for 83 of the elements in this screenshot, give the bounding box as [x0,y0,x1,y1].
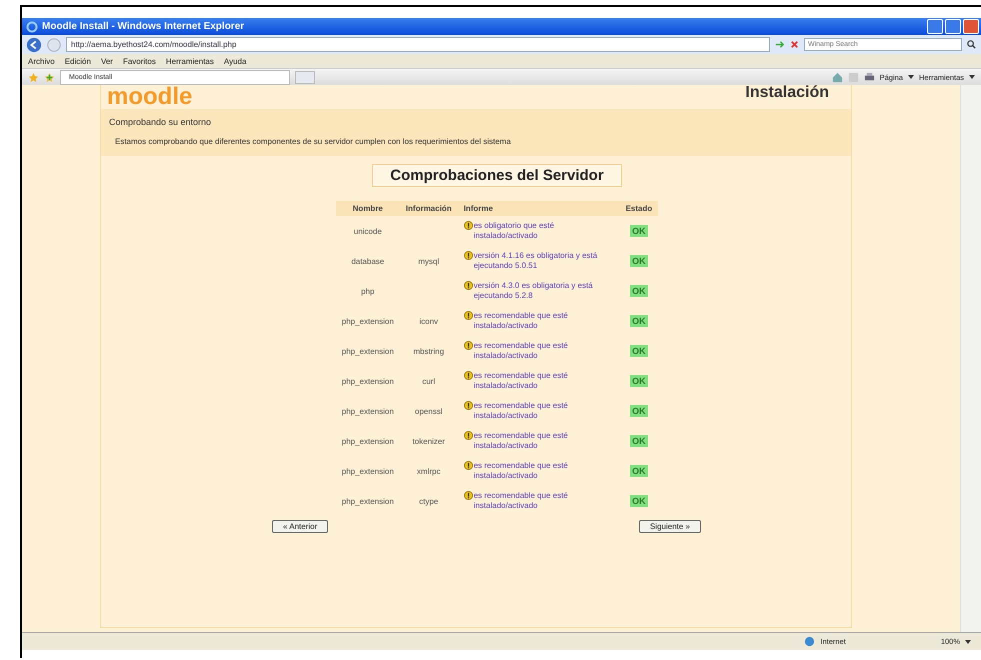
table-cell-text: php_extension [340,376,395,388]
report-text: es recomendable que esté instalado/activado [474,371,569,391]
status-badge: OK [630,465,648,477]
status-badge: OK [630,285,648,297]
warning-icon [464,311,473,320]
scrollbar[interactable] [960,85,981,632]
status-badge: OK [630,495,648,507]
warning-icon [464,341,473,350]
table-cell: iconv [419,316,438,326]
menu-item[interactable]: Favoritos [122,56,156,66]
status-badge: OK [630,255,648,267]
report-text: es recomendable que esté instalado/activado [474,341,569,361]
browser-icon [26,20,38,32]
column-header: Estado [620,201,658,216]
status-badge: OK [630,345,648,357]
warning-icon [464,221,473,230]
report-text: es recomendable que esté instalado/activado [474,491,569,511]
window-title: Moodle Install - Windows Internet Explorer [42,21,244,32]
next-button[interactable]: Siguiente » [638,520,701,533]
table-cell-text: php_extension [340,496,395,508]
caret-icon[interactable] [969,75,975,79]
table-cell: xmlrpc [416,466,440,476]
status-badge: OK [630,435,648,447]
back-button[interactable] [26,36,42,52]
warning-icon [464,281,473,290]
report-text: versión 4.1.16 es obligatoria y está ejecutando 5.0.51 [474,251,598,271]
table-cell: unicode [336,216,400,246]
table-cell-text: database [350,256,386,268]
caret-icon[interactable] [908,75,914,79]
table-cell-text: php [360,286,376,298]
table-cell-text: php_extension [340,466,395,478]
home-icon[interactable] [832,72,843,82]
stop-icon[interactable] [789,39,800,50]
checks-title: Comprobaciones del Servidor [372,164,622,187]
minimize-button[interactable] [927,19,943,34]
search-icon[interactable] [966,39,977,50]
printer-icon[interactable] [864,72,875,82]
report-text: es obligatorio que esté instalado/activado [474,221,556,241]
address-field[interactable]: http://aema.byethost24.com/moodle/install.php [66,37,770,52]
warning-icon [464,371,473,380]
warning-icon [464,491,473,500]
menu-item[interactable]: Edición [64,56,91,66]
table-cell: ctype [419,496,438,506]
caret-icon[interactable] [965,640,971,644]
table-cell: mbstring [413,346,444,356]
report-text: versión 4.3.0 es obligatoria y está ejecutando 5.2.8 [474,281,594,301]
report-text: es recomendable que esté instalado/activado [474,461,569,481]
table-cell: tokenizer [412,436,445,446]
menu-item[interactable]: Herramientas [166,56,214,66]
logo: moodle [107,85,192,109]
table-cell: curl [422,376,436,386]
close-button[interactable] [963,19,979,34]
section-title: Comprobando su entorno [109,117,212,127]
globe-icon [804,636,816,647]
warning-icon [464,461,473,470]
add-favorite-icon[interactable] [44,72,55,82]
status-badge: OK [630,375,648,387]
table-cell-text: php_extension [340,406,395,418]
report-text: es recomendable que esté instalado/activado [474,311,569,331]
warning-icon [464,251,473,260]
status-badge: OK [630,405,648,417]
page-heading: Instalación [745,85,829,102]
maximize-button[interactable] [945,19,961,34]
status-badge: OK [630,315,648,327]
column-header: Nombre [336,201,400,216]
star-icon[interactable] [28,72,39,82]
menu-item[interactable]: Archivo [28,56,55,66]
table-cell: openssl [414,406,442,416]
table-cell-text: php_extension [340,346,395,358]
table-cell-text: php_extension [340,436,395,448]
report-text: es recomendable que esté instalado/activado [474,431,569,451]
menu-item[interactable]: Ayuda [224,56,246,66]
status-badge: OK [630,225,648,237]
column-header: Información [400,201,458,216]
intro-text: Estamos comprobando que diferentes componentes de su servidor cumplen con los requerimientos del sistema [114,137,512,146]
warning-icon [464,431,473,440]
previous-button[interactable]: « Anterior [272,520,328,533]
table-cell-text: php_extension [340,316,395,328]
menu-item[interactable]: Ver [100,56,113,66]
table-cell: mysql [418,256,440,266]
column-header: Informe [458,201,620,216]
report-text: es recomendable que esté instalado/activado [474,401,569,421]
warning-icon [464,401,473,410]
